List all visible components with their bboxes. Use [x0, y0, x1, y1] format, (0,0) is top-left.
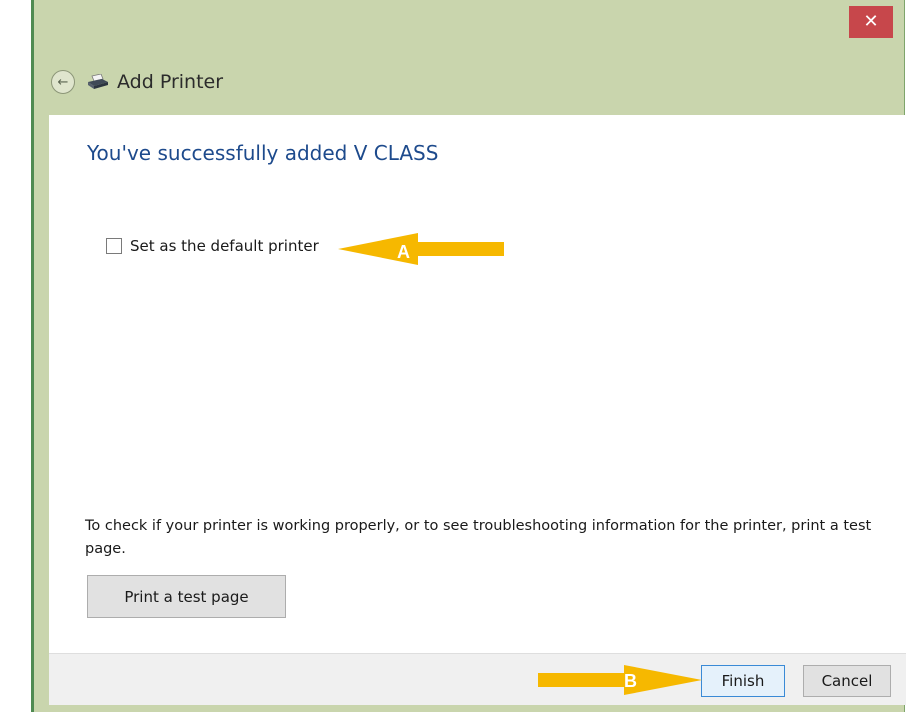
test-page-info-text: To check if your printer is working prop… — [85, 518, 872, 557]
title-row: ← Add Printer — [51, 66, 223, 98]
print-test-page-button[interactable]: Print a test page — [87, 575, 286, 618]
close-icon: ✕ — [863, 11, 879, 32]
default-printer-option[interactable]: Set as the default printer — [106, 237, 319, 255]
back-button[interactable]: ← — [51, 70, 75, 94]
default-printer-checkbox[interactable] — [106, 238, 122, 254]
printer-icon — [88, 74, 108, 89]
window-title: Add Printer — [117, 71, 224, 93]
back-arrow-icon: ← — [57, 74, 69, 90]
success-headline: You've successfully added V CLASS — [87, 141, 439, 165]
annotation-label-a: A — [397, 242, 410, 262]
annotation-arrow-a — [338, 233, 504, 265]
annotation-arrow-b — [538, 665, 702, 695]
finish-button[interactable]: Finish — [701, 665, 785, 697]
annotation-label-b: B — [624, 671, 637, 691]
content-panel: You've successfully added V CLASS Set as… — [49, 115, 906, 653]
cancel-button[interactable]: Cancel — [803, 665, 891, 697]
add-printer-window: ✕ ← Add Printer You've successfully adde… — [31, 0, 906, 712]
button-bar: Finish Cancel — [49, 653, 906, 705]
close-button[interactable]: ✕ — [849, 6, 893, 38]
default-printer-label: Set as the default printer — [130, 237, 319, 255]
